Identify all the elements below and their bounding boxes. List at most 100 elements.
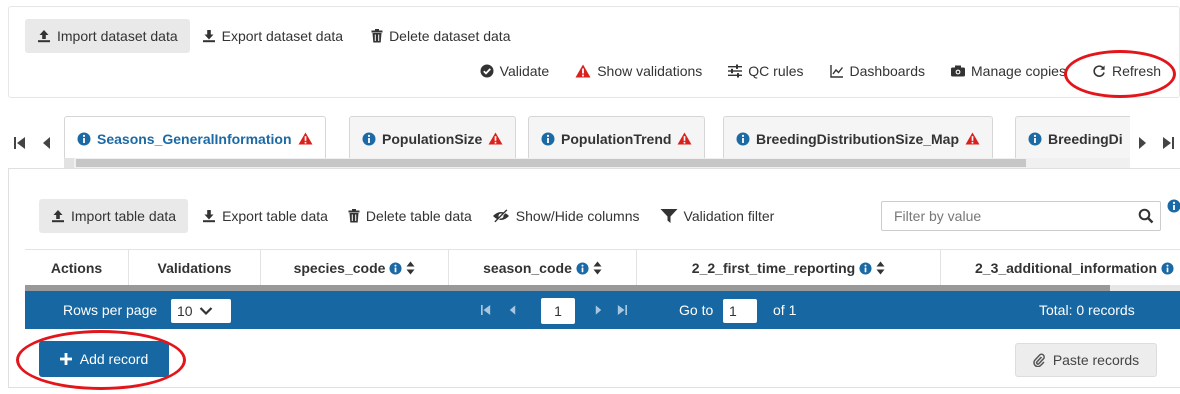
column-label: Actions xyxy=(50,260,103,276)
column-header-season-code[interactable]: season_code xyxy=(449,250,637,285)
table-toolbar: Import table data Export table data Dele… xyxy=(39,199,774,233)
paste-records-label: Paste records xyxy=(1052,352,1140,368)
sort-icon[interactable] xyxy=(593,261,602,275)
info-icon xyxy=(1028,132,1042,146)
info-icon xyxy=(77,132,91,146)
page-count-label: of 1 xyxy=(773,302,797,318)
next-tab-button[interactable] xyxy=(1138,135,1152,151)
info-icon[interactable] xyxy=(1161,261,1174,275)
goto-page-input[interactable]: 1 xyxy=(723,299,757,323)
goto-label: Go to xyxy=(679,302,714,318)
info-icon[interactable] xyxy=(859,261,872,275)
prev-page-button[interactable] xyxy=(505,303,519,317)
column-header-species-code[interactable]: species_code xyxy=(261,250,449,285)
warning-icon xyxy=(575,64,591,78)
tab-label: Seasons_GeneralInformation xyxy=(97,130,292,147)
column-label: Validations xyxy=(157,260,232,276)
column-label: species_code xyxy=(293,260,386,276)
show-validations-label: Show validations xyxy=(597,63,703,79)
dashboards-button[interactable]: Dashboards xyxy=(829,63,926,79)
delete-dataset-label: Delete dataset data xyxy=(389,28,511,44)
column-header-validations: Validations xyxy=(129,250,261,285)
total-records-label: Total: 0 records xyxy=(1039,302,1135,318)
column-label: 2_2_first_time_reporting xyxy=(691,260,856,276)
sliders-icon xyxy=(728,64,743,78)
caret-right-icon xyxy=(1138,136,1147,150)
export-dataset-label: Export dataset data xyxy=(221,28,344,44)
check-circle-icon xyxy=(480,64,494,78)
sort-icon[interactable] xyxy=(406,261,415,275)
caret-left-icon xyxy=(42,136,51,150)
first-page-button[interactable] xyxy=(479,303,493,317)
export-dataset-button[interactable]: Export dataset data xyxy=(202,28,343,44)
manage-copies-button[interactable]: Manage copies xyxy=(951,63,1066,79)
camera-icon xyxy=(951,65,966,77)
warning-icon xyxy=(298,132,313,145)
first-icon xyxy=(14,136,26,150)
validate-button[interactable]: Validate xyxy=(480,63,550,79)
qc-rules-label: QC rules xyxy=(748,63,804,79)
qc-rules-button[interactable]: QC rules xyxy=(728,63,804,79)
delete-dataset-button[interactable]: Delete dataset data xyxy=(371,28,510,44)
rows-per-page-select[interactable]: 10 xyxy=(171,299,231,323)
trash-icon xyxy=(348,209,360,223)
import-dataset-label: Import dataset data xyxy=(57,28,178,44)
scroll-left-button[interactable] xyxy=(64,158,74,168)
tab-population-trend[interactable]: PopulationTrend xyxy=(528,116,706,160)
table-header: Actions Validations species_code season_… xyxy=(25,249,1180,285)
info-icon[interactable] xyxy=(576,261,589,275)
next-page-button[interactable] xyxy=(591,303,605,317)
tabs-scrollbar[interactable] xyxy=(64,158,1130,168)
first-tab-button[interactable] xyxy=(14,135,28,151)
warning-icon xyxy=(488,132,503,145)
delete-table-label: Delete table data xyxy=(365,208,472,224)
tab-breeding-distribution-size-map[interactable]: BreedingDistributionSize_Map xyxy=(723,116,994,160)
last-page-button[interactable] xyxy=(615,303,629,317)
dashboards-label: Dashboards xyxy=(849,63,926,79)
scroll-thumb[interactable] xyxy=(76,159,1026,167)
info-icon[interactable] xyxy=(1167,199,1180,213)
caret-right-icon xyxy=(595,304,602,316)
download-icon xyxy=(202,209,216,223)
info-icon xyxy=(362,132,376,146)
column-label: 2_3_additional_information xyxy=(975,260,1158,276)
delete-table-button[interactable]: Delete table data xyxy=(348,208,472,224)
show-hide-columns-button[interactable]: Show/Hide columns xyxy=(492,208,640,224)
tab-seasons-general-information[interactable]: Seasons_GeneralInformation xyxy=(64,116,326,160)
sort-icon[interactable] xyxy=(876,261,885,275)
eye-slash-icon xyxy=(492,209,510,223)
rows-per-page-value: 10 xyxy=(177,303,193,319)
last-icon xyxy=(617,304,627,316)
download-icon xyxy=(202,29,216,43)
rows-per-page-label: Rows per page xyxy=(63,302,158,318)
warning-icon xyxy=(965,132,980,145)
tab-label: BreedingDi xyxy=(1048,130,1123,147)
filter-field xyxy=(881,201,1161,231)
validate-label: Validate xyxy=(499,63,550,79)
caret-left-icon xyxy=(509,304,516,316)
chevron-down-icon xyxy=(199,306,213,316)
paste-records-button[interactable]: Paste records xyxy=(1015,343,1157,377)
column-header-first-time-reporting[interactable]: 2_2_first_time_reporting xyxy=(637,250,941,285)
column-header-additional-information[interactable]: 2_3_additional_information xyxy=(941,250,1180,285)
info-icon[interactable] xyxy=(389,261,402,275)
import-table-button[interactable]: Import table data xyxy=(39,199,189,233)
export-table-label: Export table data xyxy=(222,208,328,224)
current-page[interactable]: 1 xyxy=(541,298,575,324)
show-validations-button[interactable]: Show validations xyxy=(575,63,702,79)
info-icon xyxy=(541,132,555,146)
validation-filter-button[interactable]: Validation filter xyxy=(660,208,774,224)
tab-population-size[interactable]: PopulationSize xyxy=(349,116,517,160)
import-dataset-button[interactable]: Import dataset data xyxy=(25,19,190,53)
tab-breeding-distribution-partial[interactable]: BreedingDi xyxy=(1015,116,1130,160)
upload-icon xyxy=(37,29,51,43)
search-icon[interactable] xyxy=(1138,208,1154,224)
warning-icon xyxy=(677,132,692,145)
export-table-button[interactable]: Export table data xyxy=(202,208,328,224)
last-icon xyxy=(1162,136,1174,150)
filter-input[interactable] xyxy=(882,202,1122,230)
upload-icon xyxy=(51,209,65,223)
trash-icon xyxy=(371,29,383,43)
prev-tab-button[interactable] xyxy=(42,135,56,151)
last-tab-button[interactable] xyxy=(1162,135,1176,151)
